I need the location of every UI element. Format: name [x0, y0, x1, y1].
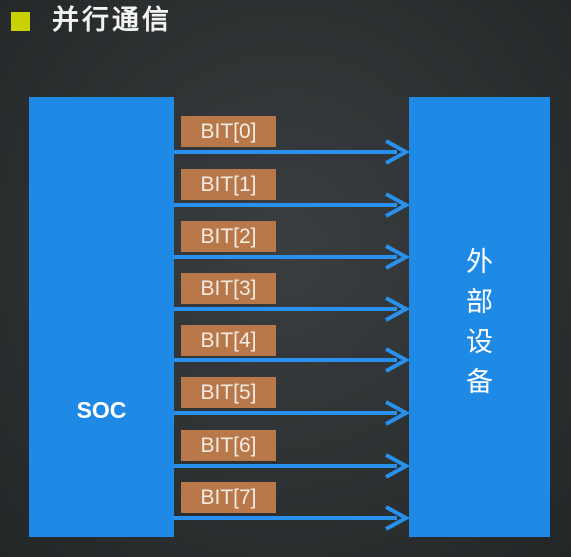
slide: 并行通信 SOC 外 部 设 备 BIT[0] BIT[1] BIT[2] BI…	[0, 0, 571, 557]
bit-label-5: BIT[5]	[181, 377, 276, 408]
bit-label-2: BIT[2]	[181, 221, 276, 252]
bit-label-4: BIT[4]	[181, 325, 276, 356]
bit-label-6: BIT[6]	[181, 430, 276, 461]
bit-wires	[174, 139, 411, 531]
bit-label-7: BIT[7]	[181, 482, 276, 513]
bit-label-1: BIT[1]	[181, 169, 276, 200]
bit-label-0: BIT[0]	[181, 116, 276, 147]
bit-label-3: BIT[3]	[181, 273, 276, 304]
